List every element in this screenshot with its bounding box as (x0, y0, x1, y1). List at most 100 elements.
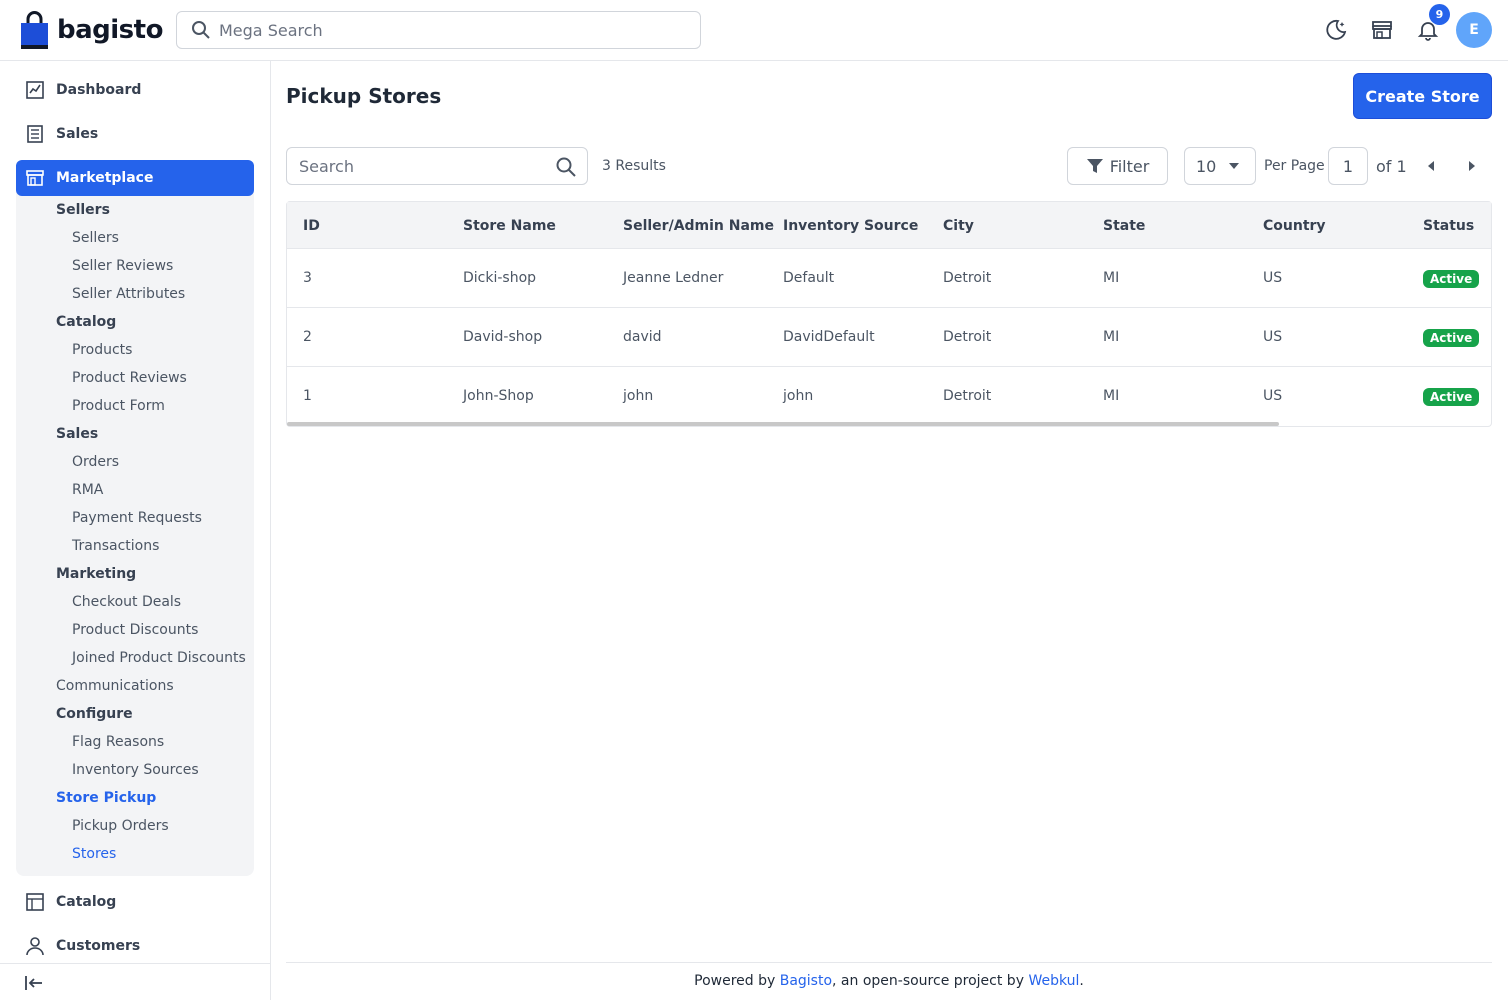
cell-state: MI (1103, 270, 1120, 286)
cell-inventory-source: john (783, 388, 814, 404)
marketplace-icon (23, 166, 47, 190)
cell-store-name: Dicki-shop (463, 270, 537, 286)
submenu-item-stores[interactable]: Stores (72, 846, 116, 862)
catalog-icon (23, 890, 47, 914)
user-avatar[interactable]: E (1456, 12, 1492, 48)
column-header-id[interactable]: ID (303, 218, 320, 234)
page-title: Pickup Stores (286, 84, 442, 108)
submenu-item-pickup-orders[interactable]: Pickup Orders (72, 818, 169, 834)
sidebar-item-label: Marketplace (56, 170, 154, 186)
pickup-stores-table: ID Store Name Seller/Admin Name Inventor… (286, 201, 1492, 427)
cell-id: 3 (303, 270, 312, 286)
bagisto-link[interactable]: Bagisto (780, 973, 832, 989)
total-pages-label: of 1 (1376, 157, 1407, 176)
top-header: bagisto 9 E (0, 0, 1508, 61)
status-badge: Active (1423, 270, 1480, 288)
prev-page-icon[interactable] (1423, 158, 1439, 174)
mega-search-input[interactable] (219, 20, 679, 40)
filter-label: Filter (1109, 156, 1150, 176)
submenu-item-flag-reasons[interactable]: Flag Reasons (72, 734, 164, 750)
search-icon[interactable] (555, 156, 577, 178)
submenu-item-product-form[interactable]: Product Form (72, 398, 165, 414)
cell-state: MI (1103, 388, 1120, 404)
cell-seller-name: Jeanne Ledner (623, 270, 724, 286)
column-header-status[interactable]: Status (1423, 218, 1474, 234)
sidebar-item-sales[interactable]: Sales (16, 116, 254, 152)
cell-country: US (1263, 388, 1283, 404)
column-header-city[interactable]: City (943, 218, 974, 234)
submenu-item-payment-requests[interactable]: Payment Requests (72, 510, 202, 526)
submenu-item-sellers[interactable]: Sellers (72, 230, 119, 246)
table-row[interactable]: 3 Dicki-shop Jeanne Ledner Default Detro… (287, 249, 1491, 308)
filter-icon (1086, 159, 1103, 173)
submenu-item-product-reviews[interactable]: Product Reviews (72, 370, 187, 386)
submenu-item-orders[interactable]: Orders (72, 454, 119, 470)
brand-logo[interactable]: bagisto (20, 11, 163, 49)
table-row[interactable]: 2 David-shop david DavidDefault Detroit … (287, 308, 1491, 367)
datagrid-search-input[interactable] (299, 156, 549, 176)
webkul-link[interactable]: Webkul (1028, 973, 1079, 989)
shopping-bag-logo-icon (20, 11, 49, 49)
submenu-item-seller-attributes[interactable]: Seller Attributes (72, 286, 185, 302)
search-icon (192, 21, 210, 39)
per-page-select[interactable]: 10 (1184, 147, 1256, 185)
chevron-down-icon (1229, 163, 1239, 169)
submenu-item-rma[interactable]: RMA (72, 482, 103, 498)
sidebar-item-label: Customers (56, 938, 141, 954)
sidebar-item-customers[interactable]: Customers (16, 928, 254, 964)
mega-search-bar[interactable] (176, 11, 701, 49)
submenu-item-checkout-deals[interactable]: Checkout Deals (72, 594, 181, 610)
current-page-input[interactable]: 1 (1328, 147, 1368, 185)
cell-id: 1 (303, 388, 312, 404)
dashboard-icon (23, 78, 47, 102)
submenu-item-transactions[interactable]: Transactions (72, 538, 159, 554)
sidebar: Dashboard Sales Marketplace Sellers Sell… (0, 61, 271, 1000)
submenu-group-sellers[interactable]: Sellers (56, 202, 110, 218)
column-header-seller-name[interactable]: Seller/Admin Name (623, 218, 774, 234)
cell-inventory-source: Default (783, 270, 835, 286)
sidebar-item-catalog[interactable]: Catalog (16, 884, 254, 920)
next-page-icon[interactable] (1464, 158, 1480, 174)
sidebar-item-dashboard[interactable]: Dashboard (16, 72, 254, 108)
results-count: 3 Results (602, 158, 666, 174)
submenu-item-products[interactable]: Products (72, 342, 132, 358)
submenu-item-joined-product-discounts[interactable]: Joined Product Discounts (72, 650, 246, 666)
column-header-state[interactable]: State (1103, 218, 1145, 234)
storefront-icon[interactable] (1369, 17, 1395, 43)
submenu-group-marketing[interactable]: Marketing (56, 566, 136, 582)
submenu-item-product-discounts[interactable]: Product Discounts (72, 622, 198, 638)
horizontal-scrollbar[interactable] (287, 422, 1279, 426)
submenu-item-communications[interactable]: Communications (56, 678, 174, 694)
filter-button[interactable]: Filter (1067, 147, 1168, 185)
sidebar-item-label: Sales (56, 126, 99, 142)
brand-name: bagisto (57, 15, 163, 45)
column-header-store-name[interactable]: Store Name (463, 218, 556, 234)
submenu-item-seller-reviews[interactable]: Seller Reviews (72, 258, 173, 274)
submenu-item-inventory-sources[interactable]: Inventory Sources (72, 762, 199, 778)
cell-state: MI (1103, 329, 1120, 345)
sales-icon (23, 122, 47, 146)
submenu-group-sales[interactable]: Sales (56, 426, 98, 442)
customers-icon (23, 934, 47, 958)
status-badge: Active (1423, 329, 1480, 347)
per-page-label: Per Page (1264, 158, 1325, 174)
collapse-sidebar-icon[interactable] (24, 974, 44, 992)
sidebar-collapse-bar (0, 963, 270, 1000)
table-row[interactable]: 1 John-Shop john john Detroit MI US Acti… (287, 367, 1491, 426)
create-store-button[interactable]: Create Store (1353, 73, 1492, 119)
dark-mode-icon[interactable] (1323, 17, 1349, 43)
sidebar-item-marketplace[interactable]: Marketplace (16, 160, 254, 196)
sidebar-item-label: Dashboard (56, 82, 142, 98)
column-header-country[interactable]: Country (1263, 218, 1326, 234)
datagrid-search[interactable] (286, 147, 588, 185)
cell-city: Detroit (943, 329, 992, 345)
cell-seller-name: john (623, 388, 654, 404)
submenu-group-store-pickup[interactable]: Store Pickup (56, 790, 156, 806)
footer-prefix: Powered by (694, 973, 780, 989)
submenu-group-configure[interactable]: Configure (56, 706, 133, 722)
notification-count-badge: 9 (1429, 4, 1450, 25)
cell-city: Detroit (943, 270, 992, 286)
submenu-group-catalog[interactable]: Catalog (56, 314, 116, 330)
cell-inventory-source: DavidDefault (783, 329, 875, 345)
column-header-inventory-source[interactable]: Inventory Source (783, 218, 918, 234)
